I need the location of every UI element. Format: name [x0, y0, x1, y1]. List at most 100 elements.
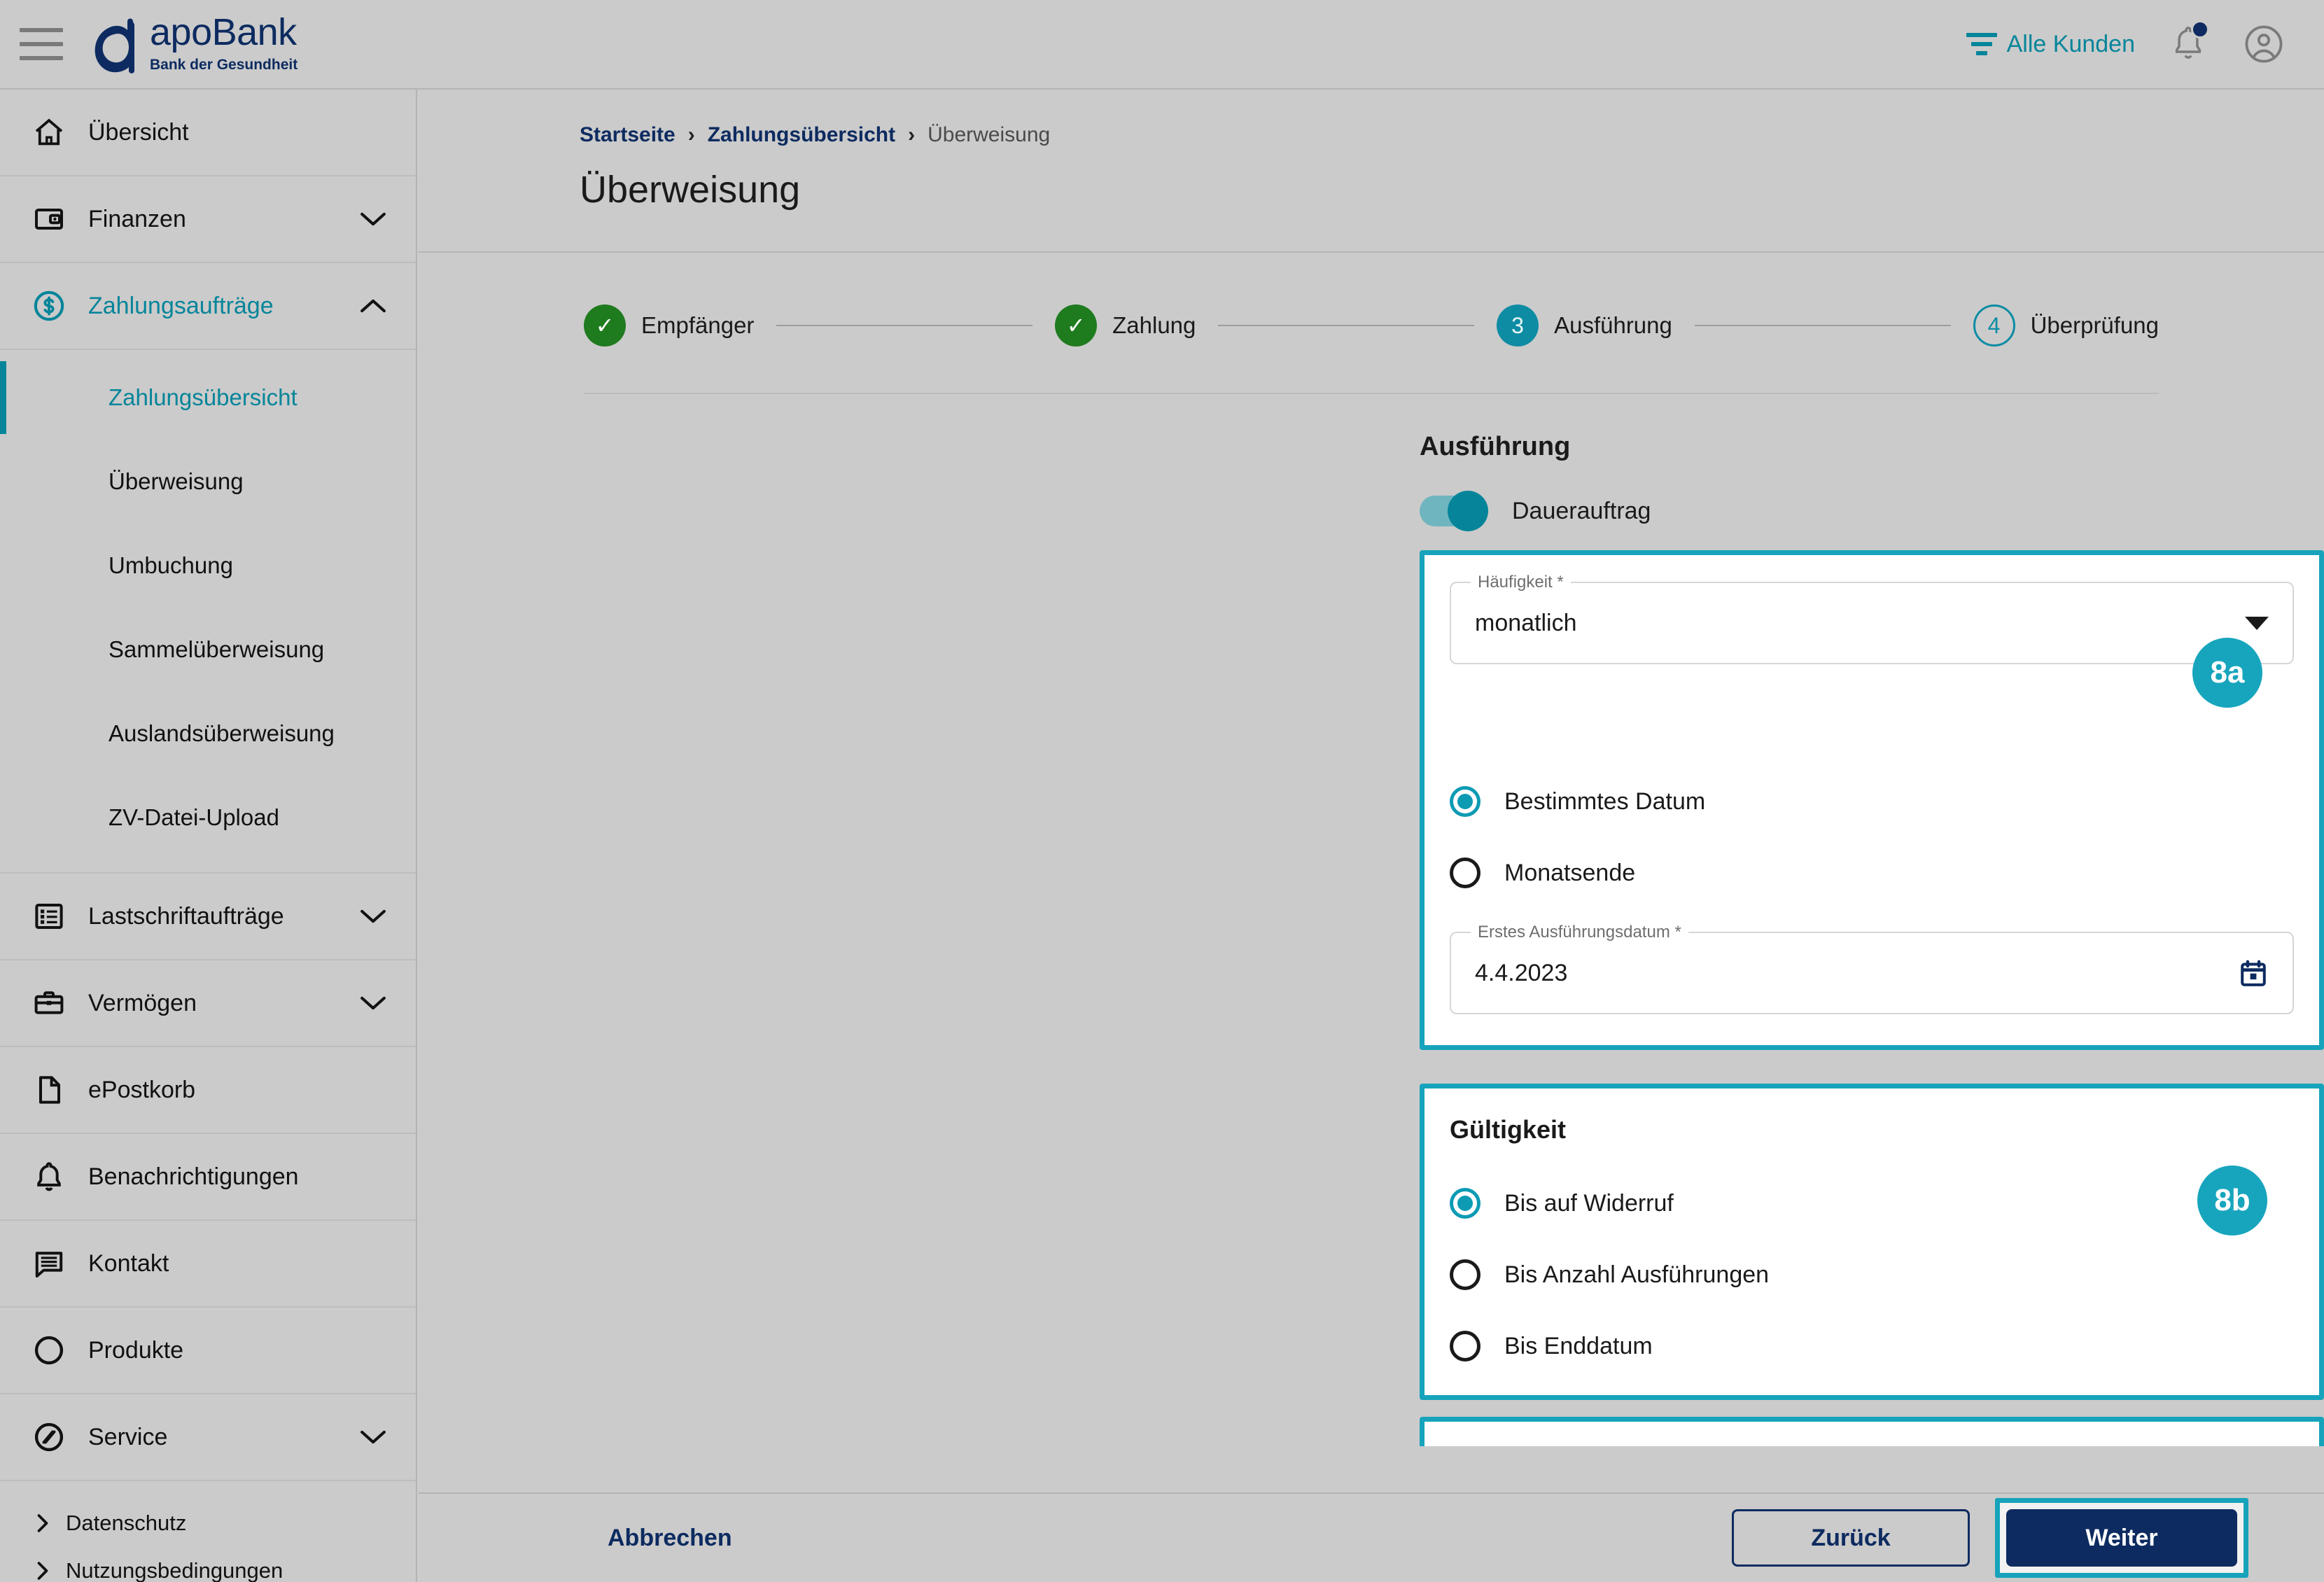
sidebar-subitem-auslandsueberweisung[interactable]: Auslandsüberweisung: [0, 692, 416, 776]
sidebar-subitem-label: Sammelüberweisung: [108, 636, 325, 662]
chevron-down-icon[interactable]: [2245, 616, 2269, 630]
sidebar-item-label: Vermögen: [88, 989, 197, 1016]
step-label: Ausführung: [1554, 312, 1672, 338]
sidebar-item-service[interactable]: Service: [0, 1394, 416, 1481]
radio-indicator: [1450, 1259, 1480, 1290]
all-customers-label: Alle Kunden: [2006, 30, 2135, 57]
document-icon: [31, 1072, 67, 1108]
top-header-bar: apoBank Bank der Gesundheit Alle Kunden: [0, 0, 2324, 90]
sidebar-link-label: Nutzungsbedingungen: [66, 1558, 284, 1582]
toggle-knob: [1448, 491, 1488, 531]
sidebar-subitem-label: Auslandsüberweisung: [108, 720, 335, 746]
chevron-down-icon[interactable]: [360, 903, 386, 930]
step-label: Zahlung: [1112, 312, 1196, 338]
main-content-area: Startseite › Zahlungsübersicht › Überwei…: [419, 90, 2324, 1582]
sidebar-item-benachrichtigungen[interactable]: Benachrichtigungen: [0, 1134, 416, 1221]
step-label: Empfänger: [641, 312, 755, 338]
radio-label: Bis auf Widerruf: [1504, 1189, 1674, 1217]
erstes-ausfuehrungsdatum-input[interactable]: Erstes Ausführungsdatum * 4.4.2023: [1450, 923, 2294, 1014]
sidebar-subitem-label: Umbuchung: [108, 552, 233, 578]
sidebar-item-epostkorb[interactable]: ePostkorb: [0, 1047, 416, 1134]
sidebar-navigation: Übersicht Finanzen Zahlungsaufträge Zahl…: [0, 90, 417, 1582]
sidebar-item-vermoegen[interactable]: Vermögen: [0, 960, 416, 1047]
chevron-right-icon: [34, 1560, 52, 1581]
page-header: Startseite › Zahlungsübersicht › Überwei…: [419, 90, 2324, 253]
next-button-highlight: Weiter: [1995, 1498, 2248, 1578]
radio-monatsende[interactable]: Monatsende: [1450, 858, 2294, 888]
sidebar-item-kontakt[interactable]: Kontakt: [0, 1221, 416, 1308]
sidebar-subnav: Zahlungsübersicht Überweisung Umbuchung …: [0, 350, 416, 874]
sidebar-subitem-ueberweisung[interactable]: Überweisung: [0, 440, 416, 524]
breadcrumb-separator: ›: [687, 123, 695, 146]
radio-bis-enddatum[interactable]: Bis Enddatum: [1450, 1331, 2294, 1362]
sidebar-item-finanzen[interactable]: Finanzen: [0, 176, 416, 263]
footer-buttons: Zurück Weiter: [1732, 1498, 2324, 1578]
radio-indicator: [1450, 1331, 1480, 1362]
compass-icon: [31, 1419, 67, 1455]
dauerauftrag-label: Dauerauftrag: [1512, 497, 1651, 524]
sidebar-item-label: Service: [88, 1423, 168, 1450]
step-empfaenger[interactable]: ✓ Empfänger: [584, 304, 754, 346]
radio-bis-anzahl-ausfuehrungen[interactable]: Bis Anzahl Ausführungen: [1450, 1259, 2294, 1290]
sidebar-item-lastschriftauftraege[interactable]: Lastschriftaufträge: [0, 874, 416, 960]
back-button[interactable]: Zurück: [1732, 1509, 1970, 1567]
sidebar-item-label: Benachrichtigungen: [88, 1163, 299, 1190]
sidebar-subitem-sammelueberweisung[interactable]: Sammelüberweisung: [0, 608, 416, 692]
apobank-mark-icon: [94, 18, 134, 74]
sidebar-subitem-label: ZV-Datei-Upload: [108, 804, 279, 830]
sidebar-item-label: Lastschriftaufträge: [88, 902, 284, 930]
sidebar-item-zahlungsauftraege[interactable]: Zahlungsaufträge: [0, 263, 416, 350]
home-icon: [31, 114, 67, 150]
callout-label: 8b: [2214, 1183, 2250, 1217]
step-ausfuehrung[interactable]: 3 Ausführung: [1497, 304, 1672, 346]
radio-bestimmtes-datum[interactable]: Bestimmtes Datum: [1450, 786, 2294, 817]
chevron-down-icon[interactable]: [360, 990, 386, 1016]
bell-icon: [31, 1158, 67, 1195]
haeufigkeit-select[interactable]: Häufigkeit * monatlich: [1450, 573, 2294, 664]
radio-label: Monatsende: [1504, 859, 1636, 886]
breadcrumb-separator: ›: [908, 123, 916, 146]
next-button[interactable]: Weiter: [2006, 1509, 2237, 1567]
breadcrumb-item-startseite[interactable]: Startseite: [580, 123, 676, 147]
date-options-group: Bestimmtes Datum Monatsende Erstes Ausfü…: [1420, 750, 2324, 1050]
radio-bis-auf-widerruf[interactable]: Bis auf Widerruf: [1450, 1188, 2294, 1219]
sidebar-link-datenschutz[interactable]: Datenschutz: [0, 1499, 416, 1547]
gueltigkeit-group: Gültigkeit Bis auf Widerruf Bis Anzahl A…: [1420, 1084, 2324, 1400]
sidebar-item-produkte[interactable]: Produkte: [0, 1308, 416, 1394]
step-ueberpruefung[interactable]: 4 Überprüfung: [1973, 304, 2159, 346]
chevron-up-icon[interactable]: [360, 293, 386, 319]
step-status-icon: ✓: [1055, 304, 1098, 346]
cancel-button[interactable]: Abbrechen: [608, 1525, 732, 1552]
sidebar-link-label: Datenschutz: [66, 1511, 187, 1535]
sidebar-link-nutzungsbedingungen[interactable]: Nutzungsbedingungen: [0, 1547, 416, 1582]
page-title: Überweisung: [580, 169, 801, 211]
coin-dollar-icon: [31, 288, 67, 324]
notifications-button[interactable]: [2166, 20, 2211, 66]
erstes-ausfuehrungsdatum-value: 4.4.2023: [1475, 959, 1568, 986]
account-button[interactable]: [2241, 22, 2286, 66]
circle-icon: [31, 1332, 67, 1368]
step-connector: [1218, 325, 1475, 326]
dauerauftrag-toggle[interactable]: [1420, 491, 1488, 531]
step-zahlung[interactable]: ✓ Zahlung: [1055, 304, 1196, 346]
step-number: 4: [1973, 304, 2015, 346]
form-content: ✓ Empfänger ✓ Zahlung 3 Ausführung 4 Übe…: [419, 253, 2324, 1446]
user-account-icon: [2245, 25, 2283, 63]
sidebar-item-uebersicht[interactable]: Übersicht: [0, 90, 416, 176]
hamburger-menu-icon[interactable]: [20, 28, 63, 60]
all-customers-button[interactable]: Alle Kunden: [1966, 31, 2135, 58]
standing-order-row: Dauerauftrag: [1420, 491, 2324, 531]
calendar-icon[interactable]: [2238, 958, 2269, 988]
sidebar-subitem-umbuchung[interactable]: Umbuchung: [0, 524, 416, 608]
step-status-icon: ✓: [584, 304, 626, 346]
sidebar-subitem-zahlungsuebersicht[interactable]: Zahlungsübersicht: [0, 356, 416, 440]
chevron-down-icon[interactable]: [360, 1424, 386, 1450]
breadcrumb-item-zahlungsuebersicht[interactable]: Zahlungsübersicht: [708, 123, 895, 147]
gueltigkeit-title: Gültigkeit: [1450, 1115, 1567, 1144]
sidebar-subitem-zv-datei-upload[interactable]: ZV-Datei-Upload: [0, 776, 416, 860]
chevron-down-icon[interactable]: [360, 206, 386, 232]
brand-name: apoBank: [150, 11, 297, 53]
brand-tagline: Bank der Gesundheit: [150, 57, 298, 73]
radio-indicator: [1450, 858, 1480, 888]
sidebar-item-label: Produkte: [88, 1336, 184, 1364]
